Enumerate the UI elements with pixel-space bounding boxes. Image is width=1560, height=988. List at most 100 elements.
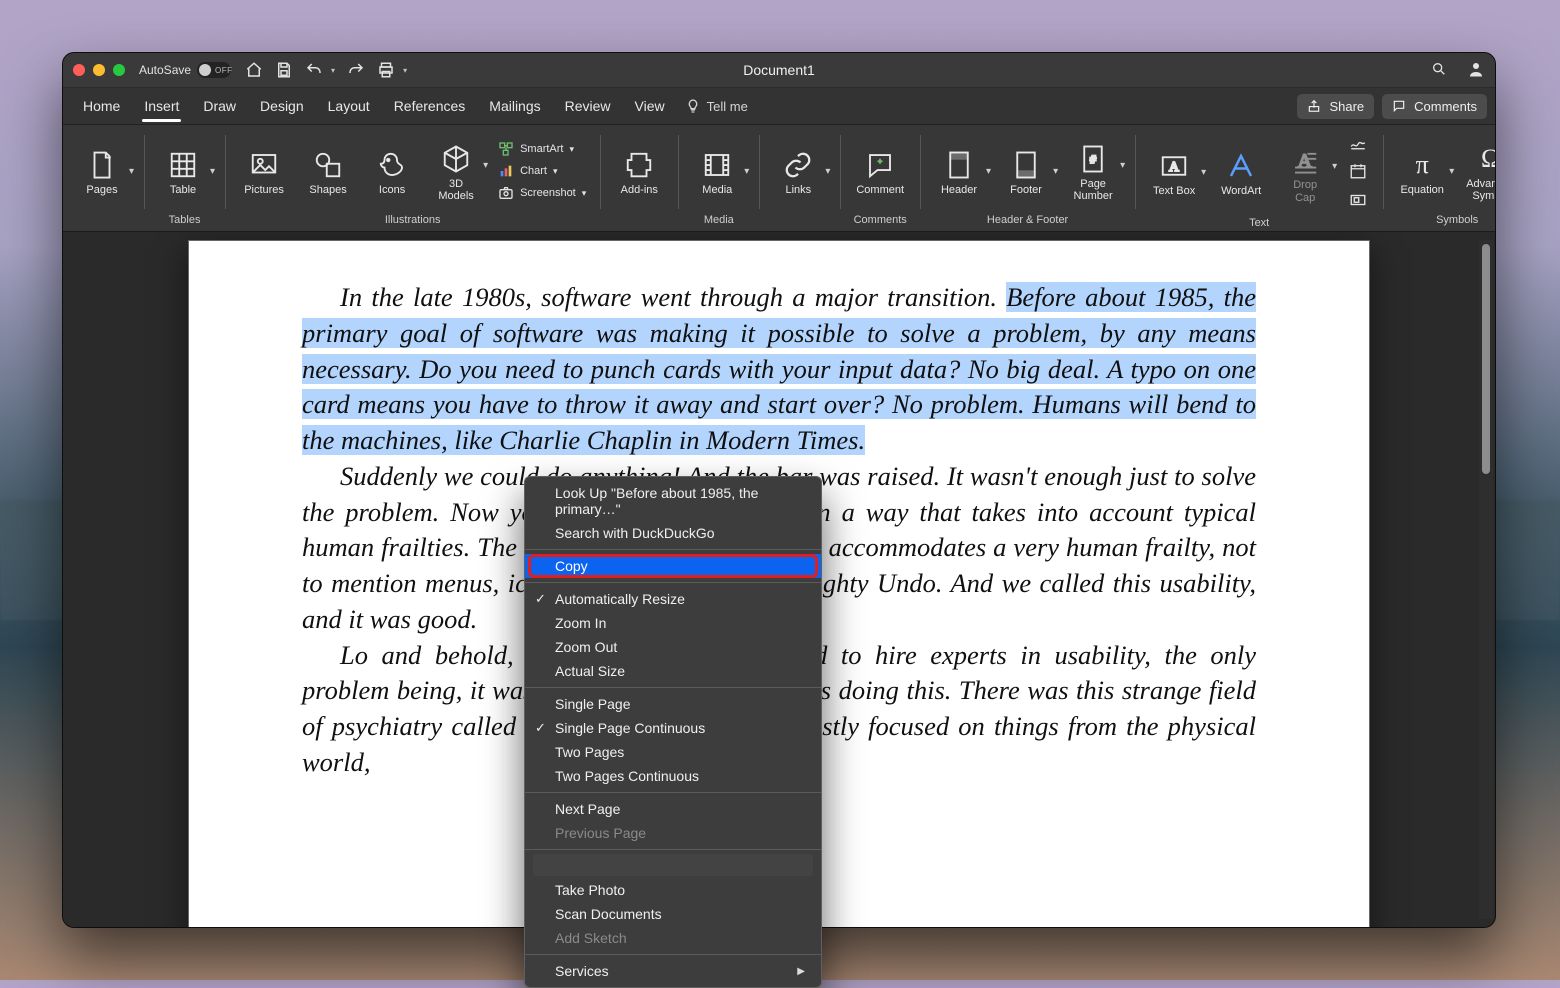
paragraph-1[interactable]: In the late 1980s, software went through… [302, 280, 1256, 459]
autosave-label: AutoSave [139, 63, 191, 77]
ribbon-group-media: Media ▾ Media [678, 125, 759, 231]
lightbulb-icon [685, 98, 701, 114]
cm-copy[interactable]: Copy [525, 554, 821, 578]
search-icon[interactable] [1431, 61, 1447, 80]
cm-single-page-continuous[interactable]: ✓ Single Page Continuous [525, 716, 821, 740]
save-icon[interactable] [275, 61, 293, 79]
tab-references[interactable]: References [382, 91, 478, 121]
ribbon-group-pages: Pages ▾ [63, 125, 144, 231]
header-button[interactable]: Header [930, 146, 988, 196]
ribbon-insert: Pages ▾ Table ▾ Tables [63, 125, 1495, 232]
zoom-window-button[interactable] [113, 64, 125, 76]
3d-models-button[interactable]: 3D Models [427, 140, 485, 202]
comments-button[interactable]: Comments [1382, 94, 1487, 119]
minimize-window-button[interactable] [93, 64, 105, 76]
tab-home[interactable]: Home [71, 91, 132, 121]
tell-me-search[interactable]: Tell me [685, 98, 748, 114]
redo-icon[interactable] [347, 61, 365, 79]
film-icon [702, 150, 732, 180]
ribbon-group-illustrations: Pictures Shapes Icons 3D Models ▾ [225, 125, 600, 231]
cm-next-page[interactable]: Next Page [525, 797, 821, 821]
tab-view[interactable]: View [623, 91, 677, 121]
cm-separator [525, 954, 821, 955]
print-icon[interactable] [377, 61, 395, 79]
models-dropdown[interactable]: ▾ [483, 160, 488, 171]
quick-access-toolbar: ▾ ▾ [245, 61, 407, 79]
shapes-icon [313, 150, 343, 180]
cm-zoom-out[interactable]: Zoom Out [525, 635, 821, 659]
ribbon-tabs: Home Insert Draw Design Layout Reference… [63, 87, 1495, 125]
tab-insert[interactable]: Insert [132, 91, 191, 121]
undo-icon[interactable] [305, 61, 323, 79]
table-button[interactable]: Table [154, 146, 212, 196]
p1-lead: In the late 1980s, software went through… [340, 282, 997, 312]
autosave-control[interactable]: AutoSave OFF [139, 62, 231, 78]
tab-design[interactable]: Design [248, 91, 316, 121]
cm-two-pages[interactable]: Two Pages [525, 740, 821, 764]
ribbon-group-tables: Table ▾ Tables [144, 125, 225, 231]
pages-button[interactable]: Pages [73, 146, 131, 196]
scrollbar-thumb[interactable] [1482, 244, 1490, 474]
shapes-button[interactable]: Shapes [299, 146, 357, 196]
vertical-scrollbar[interactable] [1479, 240, 1493, 919]
cm-take-photo[interactable]: Take Photo [525, 878, 821, 902]
screenshot-button[interactable]: Screenshot ▾ [494, 183, 590, 203]
links-dropdown[interactable]: ▾ [825, 166, 830, 177]
cm-auto-resize[interactable]: ✓ Automatically Resize [525, 587, 821, 611]
cm-scan-documents[interactable]: Scan Documents [525, 902, 821, 926]
symbol-button[interactable]: Ω Advanced Symbol [1460, 140, 1496, 202]
duck-icon [377, 150, 407, 180]
svg-text:A: A [1169, 159, 1179, 174]
text-side-tools [1343, 129, 1373, 216]
undo-dropdown-caret[interactable]: ▾ [331, 66, 335, 75]
cm-device-preview [533, 854, 813, 876]
pictures-button[interactable]: Pictures [235, 146, 293, 196]
pi-icon: π [1407, 150, 1437, 180]
comment-button[interactable]: Comment [850, 146, 910, 196]
page-icon [87, 150, 117, 180]
cm-two-pages-continuous[interactable]: Two Pages Continuous [525, 764, 821, 788]
home-icon[interactable] [245, 61, 263, 79]
account-icon[interactable] [1467, 60, 1485, 81]
addins-button[interactable]: Add-ins [610, 146, 668, 196]
cm-search-engine[interactable]: Search with DuckDuckGo [525, 521, 821, 545]
share-button[interactable]: Share [1297, 94, 1374, 119]
tab-draw[interactable]: Draw [191, 91, 248, 121]
omega-icon: Ω [1476, 144, 1496, 174]
signature-line-button[interactable] [1349, 133, 1367, 154]
object-button[interactable] [1349, 191, 1367, 212]
media-dropdown[interactable]: ▾ [744, 166, 749, 177]
ribbon-group-symbols: π Equation ▾ Ω Advanced Symbol Symbols [1383, 125, 1496, 231]
wordart-icon [1226, 151, 1256, 181]
window-controls [73, 64, 125, 76]
footer-button[interactable]: Footer [997, 146, 1055, 196]
cm-lookup[interactable]: Look Up "Before about 1985, the primary…… [525, 481, 821, 521]
cm-separator [525, 582, 821, 583]
chart-button[interactable]: Chart ▾ [494, 161, 590, 181]
media-button[interactable]: Media [688, 146, 746, 196]
tab-layout[interactable]: Layout [316, 91, 382, 121]
comment-icon [865, 150, 895, 180]
qat-customize-caret[interactable]: ▾ [403, 66, 407, 75]
equation-button[interactable]: π Equation [1393, 146, 1451, 196]
dropcap-button[interactable]: A Drop Cap [1276, 141, 1334, 203]
textbox-button[interactable]: A Text Box [1145, 147, 1203, 197]
page-number-button[interactable]: # Page Number [1064, 140, 1122, 202]
date-time-button[interactable] [1349, 162, 1367, 183]
tab-mailings[interactable]: Mailings [477, 91, 552, 121]
ribbon-group-headerfooter: Header ▾ Footer ▾ # Page Number ▾ Header [920, 125, 1135, 231]
cm-services[interactable]: Services [525, 959, 821, 983]
pages-dropdown[interactable]: ▾ [129, 166, 134, 177]
cm-single-page[interactable]: Single Page [525, 692, 821, 716]
close-window-button[interactable] [73, 64, 85, 76]
cm-zoom-in[interactable]: Zoom In [525, 611, 821, 635]
cm-actual-size[interactable]: Actual Size [525, 659, 821, 683]
icons-button[interactable]: Icons [363, 146, 421, 196]
table-dropdown[interactable]: ▾ [210, 166, 215, 177]
links-button[interactable]: Links [769, 146, 827, 196]
ribbon-group-text: A Text Box ▾ WordArt A Drop Cap ▾ [1135, 125, 1383, 231]
smartart-button[interactable]: SmartArt ▾ [494, 139, 590, 159]
wordart-button[interactable]: WordArt [1212, 147, 1270, 197]
autosave-toggle[interactable]: OFF [197, 62, 231, 78]
tab-review[interactable]: Review [553, 91, 623, 121]
